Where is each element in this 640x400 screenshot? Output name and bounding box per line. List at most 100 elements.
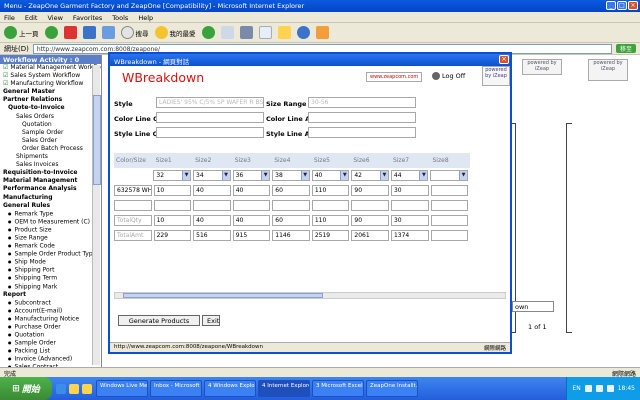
style-field[interactable]: LADIES' 95% C/5% SP WAFER R BS <box>156 97 264 108</box>
logoff-button[interactable]: Log Off <box>432 72 465 80</box>
workflow-item[interactable]: Partner Relations <box>0 96 101 104</box>
size1-select[interactable]: 32 ▼ <box>153 170 191 181</box>
chevron-down-icon[interactable]: ▼ <box>182 171 190 180</box>
size3-select[interactable]: 36 ▼ <box>232 170 271 181</box>
workflow-item[interactable]: Packing List <box>0 347 101 355</box>
workflow-item[interactable]: Quote-to-Invoice <box>0 104 101 112</box>
chevron-down-icon[interactable]: ▼ <box>419 171 428 180</box>
home-icon[interactable] <box>101 26 115 39</box>
style-line-amt-field[interactable] <box>308 127 416 138</box>
workflow-item[interactable]: Report <box>0 291 101 299</box>
blank-input-6[interactable] <box>351 200 389 211</box>
folder-quicklaunch-icon[interactable] <box>82 383 92 394</box>
size6-select[interactable]: 42 ▼ <box>351 170 389 181</box>
workflow-scrollbar[interactable] <box>92 65 101 365</box>
workflow-item[interactable]: Sample Order <box>0 339 101 347</box>
workflow-item[interactable]: General Master <box>0 88 101 96</box>
search-button[interactable]: 搜尋 <box>120 26 149 39</box>
workflow-item[interactable]: Invoice (Advanced) <box>0 355 101 363</box>
language-indicator[interactable]: EN <box>572 385 580 392</box>
workflow-item[interactable]: Purchase Order <box>0 323 101 331</box>
qty-size6-input[interactable]: 90 <box>351 185 389 196</box>
blank-input-1[interactable] <box>153 200 192 211</box>
workflow-item[interactable]: Ship Mode <box>0 258 101 266</box>
color-line-qty-field[interactable] <box>156 112 264 123</box>
color-code-input[interactable]: 632578 WH <box>114 185 152 196</box>
workflow-item[interactable]: Manufacturing <box>0 194 101 202</box>
chevron-down-icon[interactable]: ▼ <box>261 171 270 180</box>
back-button[interactable]: 上一頁 <box>4 26 39 39</box>
task-explorer[interactable]: 4 Windows Explorer <box>204 380 256 397</box>
favorites-button[interactable]: 我的最愛 <box>154 26 196 39</box>
chevron-down-icon[interactable]: ▼ <box>340 171 349 180</box>
blank-input-8[interactable] <box>430 200 469 211</box>
workflow-scroll-thumb[interactable] <box>93 95 101 185</box>
blank-input-2[interactable] <box>193 200 231 211</box>
chevron-down-icon[interactable]: ▼ <box>300 171 309 180</box>
bg-breakdown-button[interactable]: own <box>512 301 554 312</box>
generate-products-button[interactable]: Generate Products <box>118 315 200 326</box>
blank-input-5[interactable] <box>311 200 350 211</box>
menu-view[interactable]: View <box>47 14 62 22</box>
color-line-amt-field[interactable] <box>308 112 416 123</box>
menu-help[interactable]: Help <box>138 14 153 22</box>
network-icon[interactable] <box>584 385 592 392</box>
workflow-item[interactable]: Remark Type <box>0 210 101 218</box>
workflow-item[interactable]: Shipping Mark <box>0 283 101 291</box>
workflow-item[interactable]: Size Range <box>0 234 101 242</box>
workflow-item[interactable]: Account(E-mail) <box>0 307 101 315</box>
workflow-item[interactable]: Shipments <box>0 153 101 161</box>
minimize-icon[interactable]: _ <box>606 1 616 10</box>
workflow-item[interactable]: Order Batch Process <box>0 145 101 153</box>
chevron-down-icon[interactable]: ▼ <box>379 171 388 180</box>
research-icon[interactable] <box>315 26 329 39</box>
start-button[interactable]: ⊞ 開始 <box>0 377 52 400</box>
mail-icon[interactable] <box>220 26 234 39</box>
close-icon[interactable]: × <box>628 1 638 10</box>
refresh-icon[interactable] <box>82 26 96 39</box>
qty-size2-input[interactable]: 40 <box>193 185 231 196</box>
menu-file[interactable]: File <box>4 14 15 22</box>
size2-select[interactable]: 34 ▼ <box>193 170 231 181</box>
size7-select[interactable]: 44 ▼ <box>390 170 429 181</box>
workflow-item[interactable]: Sales Invoices <box>0 161 101 169</box>
blank-input-4[interactable] <box>272 200 310 211</box>
workflow-item[interactable]: Sales Order <box>0 137 101 145</box>
qty-size8-input[interactable] <box>430 185 469 196</box>
qty-size1-input[interactable]: 10 <box>153 185 192 196</box>
chevron-down-icon[interactable]: ▼ <box>221 171 230 180</box>
grid-horizontal-scrollbar[interactable] <box>114 292 506 299</box>
size4-select[interactable]: 38 ▼ <box>272 170 310 181</box>
qty-size5-input[interactable]: 110 <box>311 185 350 196</box>
workflow-item[interactable]: Requisition-to-Invoice <box>0 169 101 177</box>
chevron-down-icon[interactable]: ▼ <box>459 171 468 180</box>
workflow-item[interactable]: Quotation <box>0 331 101 339</box>
print-icon[interactable] <box>239 26 253 39</box>
stop-icon[interactable] <box>63 26 77 39</box>
history-icon[interactable] <box>201 26 215 39</box>
size5-select[interactable]: 40 ▼ <box>311 170 350 181</box>
workflow-item[interactable]: Sales Orders <box>0 113 101 121</box>
workflow-item[interactable]: Performance Analysis <box>0 185 101 193</box>
security-icon[interactable] <box>606 385 614 392</box>
blank-input-0[interactable] <box>114 200 152 211</box>
blank-input-7[interactable] <box>390 200 429 211</box>
workflow-item[interactable]: Manufacturing Workflow <box>0 80 101 88</box>
qty-size7-input[interactable]: 30 <box>390 185 429 196</box>
workflow-item[interactable]: Shipping Term <box>0 274 101 282</box>
workflow-item[interactable]: Material Management Workflow <box>0 64 101 72</box>
qty-size3-input[interactable]: 40 <box>232 185 271 196</box>
size8-select[interactable]: ▼ <box>430 170 469 181</box>
grid-scroll-thumb[interactable] <box>123 293 323 298</box>
maximize-icon[interactable]: □ <box>617 1 627 10</box>
volume-icon[interactable] <box>595 385 603 392</box>
popup-close-icon[interactable]: × <box>499 55 509 64</box>
workflow-item[interactable]: Product Size <box>0 226 101 234</box>
workflow-item[interactable]: Manufacturing Notice <box>0 315 101 323</box>
workflow-item[interactable]: Material Management <box>0 177 101 185</box>
workflow-item[interactable]: Shipping Port <box>0 266 101 274</box>
ie-quicklaunch-icon[interactable] <box>56 383 66 394</box>
desktop-quicklaunch-icon[interactable] <box>69 383 79 394</box>
task-internet-explorer[interactable]: 4 Internet Explorer <box>258 380 310 397</box>
task-zeap[interactable]: ZeapOne Installt... <box>366 380 418 397</box>
